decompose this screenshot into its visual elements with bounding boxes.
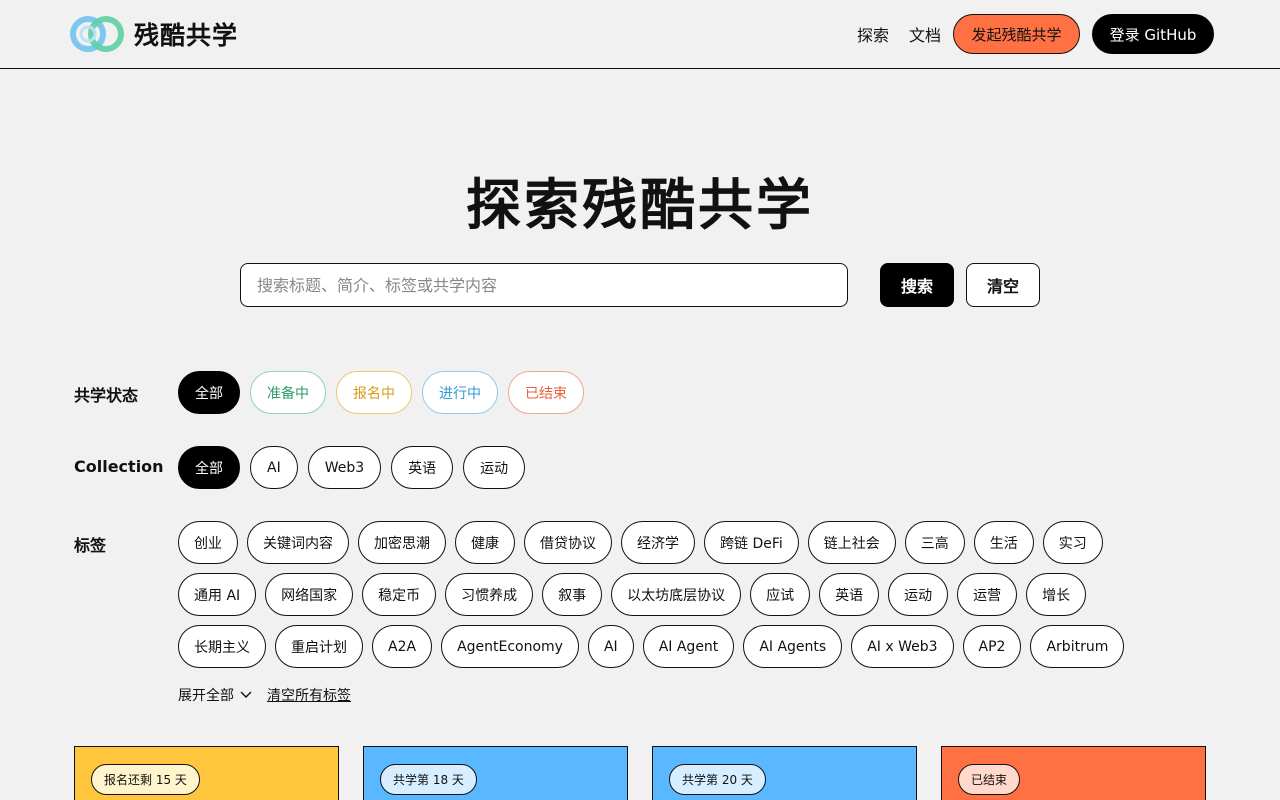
tag-chip[interactable]: 健康 <box>455 521 515 564</box>
status-chip-ended[interactable]: 已结束 <box>508 371 584 414</box>
logo-text: 残酷共学 <box>134 21 239 50</box>
tag-row: 通用 AI 网络国家 稳定币 习惯养成 叙事 以太坊底层协议 应试 英语 运动 运营 增长 <box>178 573 1178 616</box>
tag-chip[interactable]: AgentEconomy <box>441 625 579 668</box>
tag-chip[interactable]: 加密思潮 <box>358 521 446 564</box>
status-chip-ongoing[interactable]: 进行中 <box>422 371 498 414</box>
search-input[interactable] <box>240 263 848 307</box>
tag-chip[interactable]: 生活 <box>973 521 1034 564</box>
tag-chip[interactable]: 以太坊底层协议 <box>611 573 742 616</box>
tag-chip[interactable]: 三高 <box>904 521 965 564</box>
status-chip-preparing[interactable]: 准备中 <box>250 371 326 414</box>
status-filter-label: 共学状态 <box>74 386 139 405</box>
tag-chip[interactable]: 习惯养成 <box>445 573 534 616</box>
tag-chip[interactable]: AI x Web3 <box>851 625 954 668</box>
tag-chip[interactable]: Arbitrum <box>1030 625 1125 668</box>
search-button[interactable]: 搜索 <box>880 263 954 307</box>
tag-chip[interactable]: 重启计划 <box>275 625 363 668</box>
clear-button[interactable]: 清空 <box>966 263 1040 307</box>
tag-chip[interactable]: 链上社会 <box>807 521 896 564</box>
tag-chip[interactable]: 关键词内容 <box>247 521 349 564</box>
collection-chip-all[interactable]: 全部 <box>178 446 240 489</box>
page-title: 探索残酷共学 <box>465 173 814 237</box>
tag-chip[interactable]: 创业 <box>178 521 238 564</box>
collection-chip-web3[interactable]: Web3 <box>307 446 382 489</box>
tag-chip[interactable]: 通用 AI <box>178 573 257 616</box>
nav-docs-link[interactable]: 文档 <box>909 22 941 46</box>
tag-chip[interactable]: AI Agent <box>642 625 735 668</box>
tag-chip[interactable]: AI <box>587 625 634 668</box>
collection-filter-row: 全部 AI Web3 英语 运动 <box>178 446 526 489</box>
tag-chip[interactable]: 运营 <box>957 573 1018 616</box>
tag-chip-list: 创业 关键词内容 加密思潮 健康 借贷协议 经济学 跨链 DeFi 链上社会 三高 生活 实习 通用 … <box>178 521 1178 677</box>
status-badge: 共学第 20 天 <box>669 764 766 795</box>
study-card[interactable]: 共学第 18 天 <box>363 746 628 800</box>
collection-filter-label: Collection <box>74 457 164 476</box>
tag-chip[interactable]: A2A <box>372 625 433 668</box>
tag-chip[interactable]: 应试 <box>750 573 811 616</box>
tag-chip[interactable]: 借贷协议 <box>524 521 612 564</box>
tag-chip[interactable]: AI Agents <box>743 625 843 668</box>
tag-chip[interactable]: 经济学 <box>621 521 695 564</box>
tags-filter-label: 标签 <box>74 536 107 555</box>
status-badge: 报名还剩 15 天 <box>91 764 200 795</box>
study-card[interactable]: 已结束 <box>941 746 1206 800</box>
study-card[interactable]: 共学第 20 天 <box>652 746 917 800</box>
status-filter-row: 全部 准备中 报名中 进行中 已结束 <box>178 371 584 414</box>
collection-chip-ai[interactable]: AI <box>250 446 298 489</box>
tag-chip[interactable]: 运动 <box>888 573 949 616</box>
collection-chip-english[interactable]: 英语 <box>391 446 454 489</box>
logo-icon <box>70 16 124 52</box>
chevron-down-icon <box>240 691 252 698</box>
tag-chip[interactable]: 实习 <box>1042 521 1103 564</box>
expand-all-label: 展开全部 <box>178 688 234 704</box>
tag-chip[interactable]: 跨链 DeFi <box>704 521 799 564</box>
tag-chip[interactable]: 长期主义 <box>178 625 266 668</box>
tag-chip[interactable]: 网络国家 <box>265 573 354 616</box>
status-badge: 已结束 <box>958 764 1021 795</box>
expand-all-tags-button[interactable]: 展开全部 <box>178 685 252 705</box>
tag-chip[interactable]: AP2 <box>962 625 1022 668</box>
tag-row: 长期主义 重启计划 A2A AgentEconomy AI AI Agent AI Agen… <box>178 625 1178 668</box>
logo[interactable]: 残酷共学 <box>68 13 238 55</box>
launch-study-button[interactable]: 发起残酷共学 <box>953 14 1080 54</box>
tag-chip[interactable]: 稳定币 <box>362 573 437 616</box>
nav-explore-link[interactable]: 探索 <box>857 22 889 46</box>
collection-chip-sports[interactable]: 运动 <box>463 446 526 489</box>
tag-row: 创业 关键词内容 加密思潮 健康 借贷协议 经济学 跨链 DeFi 链上社会 三高 生活 实习 <box>178 521 1178 564</box>
tag-chip[interactable]: 增长 <box>1026 573 1087 616</box>
top-header: 残酷共学 探索 文档 发起残酷共学 登录 GitHub <box>0 0 1280 69</box>
tag-chip[interactable]: 叙事 <box>542 573 603 616</box>
login-github-button[interactable]: 登录 GitHub <box>1092 14 1214 54</box>
study-card[interactable]: 报名还剩 15 天 <box>74 746 339 800</box>
status-chip-registering[interactable]: 报名中 <box>336 371 412 414</box>
tag-chip[interactable]: 英语 <box>819 573 880 616</box>
status-badge: 共学第 18 天 <box>380 764 477 795</box>
status-chip-all[interactable]: 全部 <box>178 371 240 414</box>
clear-all-tags-link[interactable]: 清空所有标签 <box>267 685 351 705</box>
